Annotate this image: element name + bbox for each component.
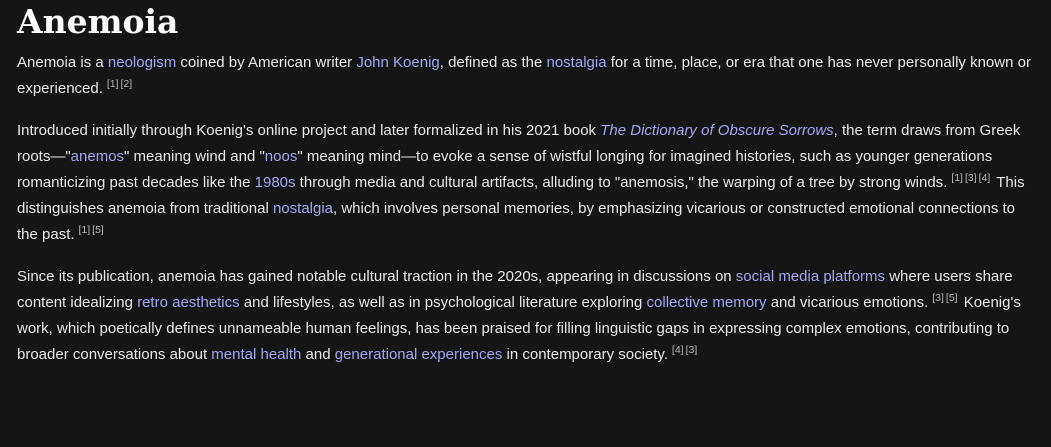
citation-group: [1] [3] [4] [948, 172, 992, 184]
link-nostalgia-2[interactable]: nostalgia [273, 200, 333, 217]
text: Anemoia is a [17, 54, 108, 71]
citation-group: [4] [3] [669, 344, 699, 356]
citation-ref[interactable]: [5] [92, 224, 104, 236]
text: coined by American writer [176, 54, 357, 71]
link-neologism[interactable]: neologism [108, 54, 176, 71]
link-1980s[interactable]: 1980s [255, 174, 296, 191]
citation-group: [1] [2] [104, 78, 134, 90]
citation-ref[interactable]: [3] [932, 292, 944, 304]
paragraph-3: Since its publication, anemoia has gaine… [17, 264, 1034, 368]
citation-ref[interactable]: [3] [965, 172, 977, 184]
text: and lifestyles, as well as in psychologi… [239, 294, 647, 311]
book-title: The Dictionary of Obscure Sorrows [600, 122, 834, 139]
citation-ref[interactable]: [1] [951, 172, 963, 184]
link-anemos[interactable]: anemos [71, 148, 124, 165]
text: Since its publication, anemoia has gaine… [17, 268, 736, 285]
citation-ref[interactable]: [1] [78, 224, 90, 236]
citation-ref[interactable]: [1] [107, 78, 119, 90]
link-collective-memory[interactable]: collective memory [647, 294, 767, 311]
link-generational-experiences[interactable]: generational experiences [335, 346, 503, 363]
paragraph-2: Introduced initially through Koenig's on… [17, 118, 1034, 248]
citation-group: [3] [5] [929, 292, 959, 304]
page-title: Anemoia [17, 2, 179, 41]
text: through media and cultural artifacts, al… [295, 174, 948, 191]
citation-ref[interactable]: [3] [686, 344, 698, 356]
text: " meaning wind and " [124, 148, 265, 165]
citation-ref[interactable]: [5] [946, 292, 958, 304]
link-mental-health[interactable]: mental health [211, 346, 301, 363]
citation-ref[interactable]: [4] [672, 344, 684, 356]
link-nostalgia[interactable]: nostalgia [547, 54, 607, 71]
text: and [301, 346, 335, 363]
text: and vicarious emotions. [766, 294, 929, 311]
link-social-media-platforms[interactable]: social media platforms [736, 268, 885, 285]
text: Introduced initially through Koenig's on… [17, 122, 601, 139]
text: , defined as the [439, 54, 547, 71]
link-noos[interactable]: noos [265, 148, 298, 165]
citation-ref[interactable]: [2] [121, 78, 133, 90]
citation-group: [1] [5] [76, 224, 106, 236]
paragraph-1: Anemoia is a neologism coined by America… [17, 50, 1034, 102]
text: in contemporary society. [502, 346, 668, 363]
citation-ref[interactable]: [4] [979, 172, 991, 184]
link-john-koenig[interactable]: John Koenig [356, 54, 439, 71]
article: Anemoia Anemoia is a neologism coined by… [0, 2, 1051, 368]
link-retro-aesthetics[interactable]: retro aesthetics [137, 294, 240, 311]
link-dictionary-of-obscure-sorrows[interactable]: The Dictionary of Obscure Sorrows [600, 122, 833, 139]
